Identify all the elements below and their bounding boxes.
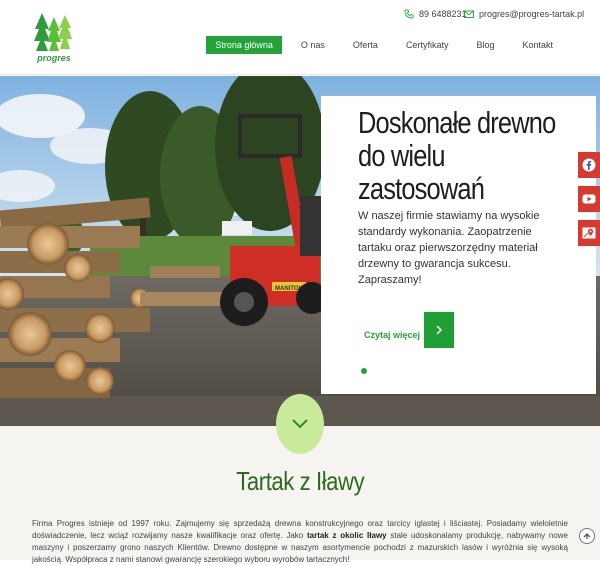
nav-offer[interactable]: Oferta	[344, 36, 387, 54]
mail-icon	[464, 10, 474, 18]
read-more-button[interactable]	[424, 312, 454, 348]
phone-icon	[404, 9, 414, 19]
facebook-icon	[582, 158, 596, 172]
hero-slider: MANITOU Doskonałe drewno do wielu zastos…	[0, 76, 600, 426]
nav-blog[interactable]: Blog	[467, 36, 503, 54]
youtube-icon	[582, 194, 596, 204]
tree-logo-icon	[34, 13, 72, 51]
site-header: progres 89 6488231 progres@progres-tarta…	[0, 0, 600, 75]
chevron-right-icon	[436, 325, 443, 335]
section-description: Firma Progres istnieje od 1997 roku. Zaj…	[32, 519, 569, 564]
email-contact[interactable]: progres@progres-tartak.pl	[464, 9, 584, 19]
hero-title: Doskonałe drewno do wielu zastosowań	[358, 105, 556, 206]
hero-content-panel: Doskonałe drewno do wielu zastosowań W n…	[321, 96, 596, 394]
nav-home[interactable]: Strona główna	[206, 36, 282, 54]
section-title: Tartak z Iławy	[236, 466, 364, 496]
hero-description: W naszej firmie stawiamy na wysokie stan…	[358, 210, 540, 286]
map-pin-icon	[582, 227, 596, 239]
youtube-link[interactable]	[578, 186, 600, 212]
chevron-down-icon	[292, 419, 308, 429]
map-link[interactable]	[578, 220, 600, 246]
logo[interactable]: progres	[34, 11, 74, 63]
scroll-down-button[interactable]	[276, 394, 324, 454]
arrow-up-icon	[583, 533, 591, 539]
slider-dot-active[interactable]	[361, 368, 367, 374]
facebook-link[interactable]	[578, 152, 600, 178]
phone-number: 89 6488231	[419, 9, 467, 19]
phone-contact[interactable]: 89 6488231	[404, 9, 467, 19]
main-nav: Strona główna O nas Oferta Certyfikaty B…	[196, 36, 562, 54]
nav-about[interactable]: O nas	[292, 36, 334, 54]
bold-keyword: tartak z okolic Iławy	[306, 531, 387, 540]
nav-contact[interactable]: Kontakt	[513, 36, 562, 54]
read-more-link[interactable]: Czytaj więcej	[364, 330, 420, 340]
nav-certificates[interactable]: Certyfikaty	[397, 36, 458, 54]
scroll-to-top-button[interactable]	[579, 528, 595, 544]
logo-text: progres	[37, 53, 71, 63]
email-address: progres@progres-tartak.pl	[479, 9, 585, 19]
